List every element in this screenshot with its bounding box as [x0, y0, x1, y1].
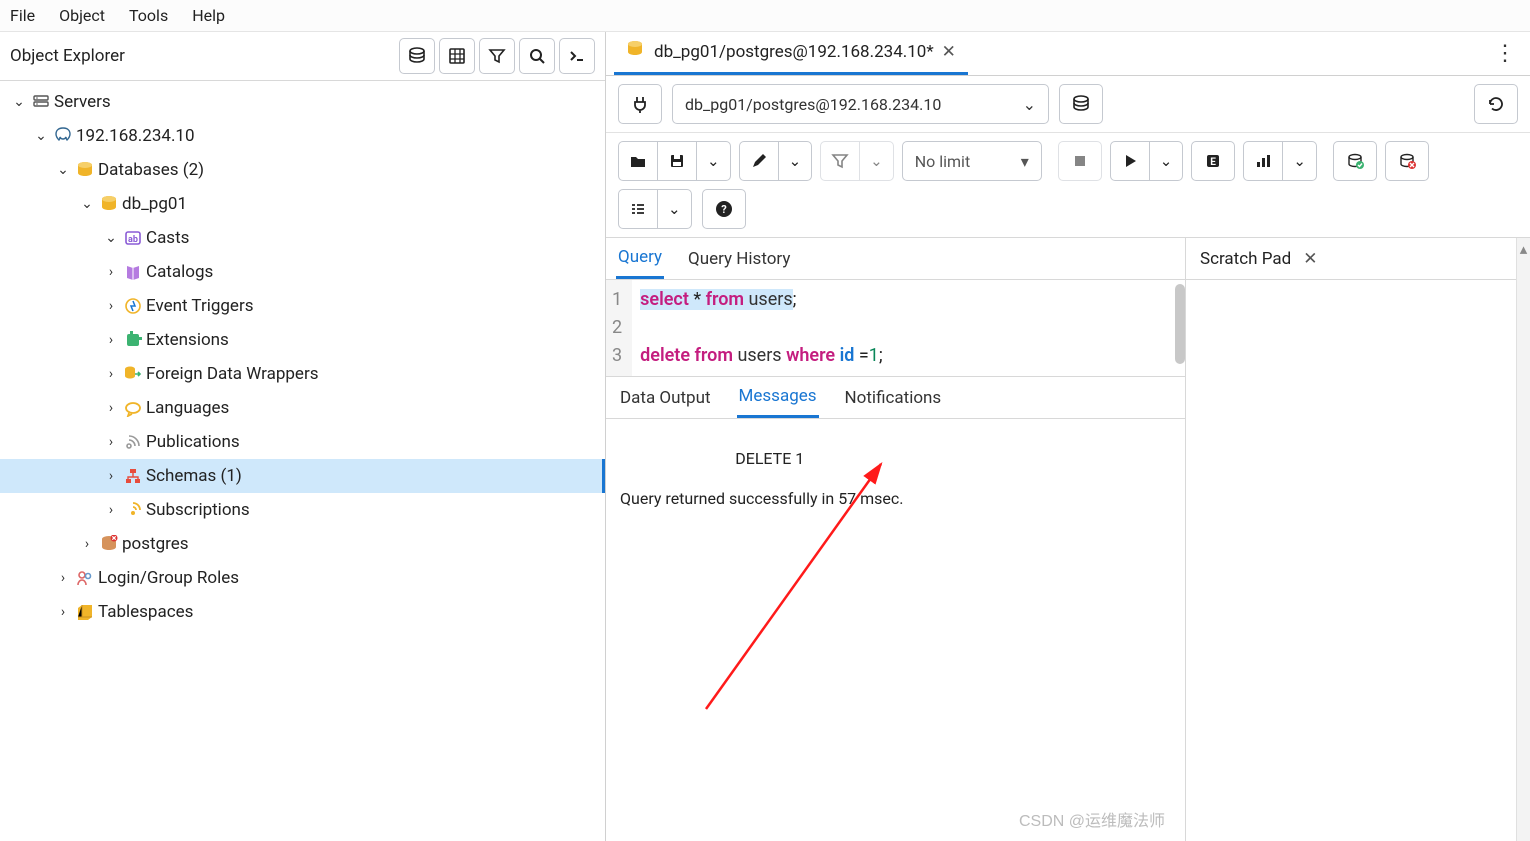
chevron-down-icon: ⌄	[859, 142, 893, 180]
tree-catalogs[interactable]: ›Catalogs	[0, 255, 605, 289]
search-button[interactable]	[519, 38, 555, 74]
roles-icon	[74, 569, 96, 587]
menu-bar: File Object Tools Help	[0, 0, 1530, 32]
postgres-icon	[52, 127, 74, 145]
editor-scrollbar[interactable]	[1175, 284, 1185, 364]
rollback-button[interactable]	[1385, 141, 1429, 181]
editor-tab[interactable]: db_pg01/postgres@192.168.234.10* ✕	[614, 32, 968, 75]
right-scrollbar[interactable]: ▴	[1516, 238, 1530, 841]
editor-panel: db_pg01/postgres@192.168.234.10* ✕ ⋮ db_…	[606, 32, 1530, 841]
tree-casts[interactable]: ⌄Casts	[0, 221, 605, 255]
line-gutter: 123	[606, 280, 632, 376]
tree-subscriptions[interactable]: ›Subscriptions	[0, 493, 605, 527]
fdw-icon	[122, 365, 144, 383]
tab-data-output[interactable]: Data Output	[618, 377, 713, 418]
open-file-button[interactable]: ⌄	[618, 141, 731, 181]
connection-status-button[interactable]	[618, 84, 662, 124]
help-button[interactable]	[702, 189, 746, 229]
row-limit-select[interactable]: No limit▾	[902, 141, 1042, 181]
edit-button[interactable]: ⌄	[739, 141, 813, 181]
tab-query[interactable]: Query	[616, 238, 664, 279]
scratch-pad-area[interactable]	[1186, 280, 1516, 841]
publication-icon	[122, 433, 144, 451]
cast-icon	[122, 229, 144, 247]
kebab-menu-icon[interactable]: ⋮	[1494, 41, 1516, 66]
close-icon[interactable]: ✕	[942, 42, 956, 62]
watermark-text: CSDN @运维魔法师	[1019, 807, 1165, 831]
execute-button[interactable]: ⌄	[1110, 141, 1184, 181]
tree-server-host[interactable]: ⌄192.168.234.10	[0, 119, 605, 153]
menu-tools[interactable]: Tools	[129, 6, 168, 25]
tree-postgres-db[interactable]: ›postgres	[0, 527, 605, 561]
tree-db-pg01[interactable]: ⌄db_pg01	[0, 187, 605, 221]
tree-schemas[interactable]: ›Schemas (1)	[0, 459, 605, 493]
subscription-icon	[122, 501, 144, 519]
tree-login-roles[interactable]: ›Login/Group Roles	[0, 561, 605, 595]
database-gold-icon	[98, 195, 120, 213]
tablespace-icon	[74, 603, 96, 621]
query-toolbar: ⌄ ⌄ ⌄ No limit▾ ⌄ ⌄	[606, 133, 1530, 189]
view-data-button[interactable]	[439, 38, 475, 74]
commit-button[interactable]	[1333, 141, 1377, 181]
database-gold-icon	[74, 161, 96, 179]
chevron-down-icon: ⌄	[1282, 142, 1316, 180]
tree-fdw[interactable]: ›Foreign Data Wrappers	[0, 357, 605, 391]
chevron-down-icon: ⌄	[696, 142, 730, 180]
filter-rows-button[interactable]	[479, 38, 515, 74]
stop-button[interactable]	[1058, 141, 1102, 181]
reset-layout-button[interactable]	[1474, 84, 1518, 124]
catalog-icon	[122, 263, 144, 281]
chevron-down-icon: ⌄	[1023, 95, 1036, 114]
extension-icon	[122, 331, 144, 349]
query-tool-button[interactable]	[399, 38, 435, 74]
tree-extensions[interactable]: ›Extensions	[0, 323, 605, 357]
tab-query-history[interactable]: Query History	[686, 238, 792, 279]
new-connection-button[interactable]	[1059, 84, 1103, 124]
tree-languages[interactable]: ›Languages	[0, 391, 605, 425]
object-tree[interactable]: ⌄Servers ⌄192.168.234.10 ⌄Databases (2) …	[0, 81, 605, 841]
tree-databases[interactable]: ⌄Databases (2)	[0, 153, 605, 187]
tree-publications[interactable]: ›Publications	[0, 425, 605, 459]
messages-output: DELETE 1 Query returned successfully in …	[606, 419, 1185, 841]
explain-button[interactable]	[1191, 141, 1235, 181]
tree-event-triggers[interactable]: ›Event Triggers	[0, 289, 605, 323]
close-icon[interactable]: ✕	[1303, 249, 1317, 269]
tree-tablespaces[interactable]: ›Tablespaces	[0, 595, 605, 629]
sql-editor[interactable]: 123 select * from users; delete from use…	[606, 280, 1185, 377]
macros-button[interactable]: ⌄	[618, 189, 692, 229]
chevron-down-icon: ⌄	[1149, 142, 1183, 180]
panel-title: Object Explorer	[10, 46, 395, 66]
chevron-down-icon: ⌄	[778, 142, 812, 180]
menu-file[interactable]: File	[10, 6, 35, 25]
database-disabled-icon	[98, 535, 120, 553]
scratch-pad-label: Scratch Pad	[1200, 249, 1291, 269]
tree-servers[interactable]: ⌄Servers	[0, 85, 605, 119]
explain-analyze-button[interactable]: ⌄	[1243, 141, 1317, 181]
schema-icon	[122, 467, 144, 485]
psql-tool-button[interactable]	[559, 38, 595, 74]
filter-button[interactable]: ⌄	[820, 141, 894, 181]
tab-messages[interactable]: Messages	[737, 377, 819, 418]
event-trigger-icon	[122, 297, 144, 315]
connection-select[interactable]: db_pg01/postgres@192.168.234.10⌄	[672, 84, 1049, 124]
chevron-down-icon: ⌄	[657, 190, 691, 228]
tab-notifications[interactable]: Notifications	[843, 377, 944, 418]
menu-object[interactable]: Object	[59, 6, 105, 25]
editor-tab-label: db_pg01/postgres@192.168.234.10*	[654, 42, 934, 62]
menu-help[interactable]: Help	[192, 6, 225, 25]
object-explorer-panel: Object Explorer ⌄Servers ⌄192.168.234.10…	[0, 32, 606, 841]
database-icon	[626, 40, 646, 65]
language-icon	[122, 399, 144, 417]
server-group-icon	[30, 93, 52, 111]
